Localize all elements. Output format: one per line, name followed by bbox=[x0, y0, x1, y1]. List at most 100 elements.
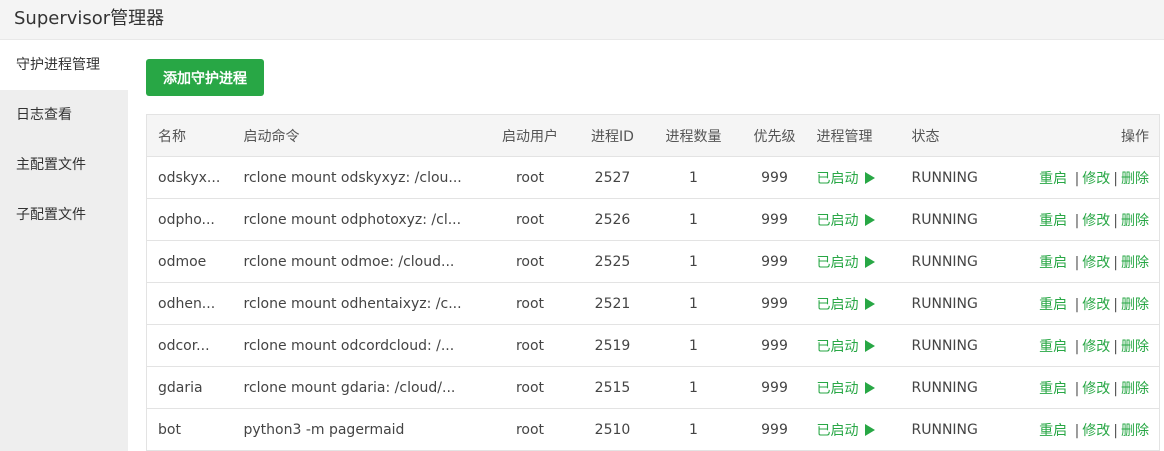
separator: | bbox=[1074, 422, 1080, 439]
cell-command: rclone mount gdaria: /cloud/... bbox=[237, 366, 484, 409]
play-icon[interactable] bbox=[864, 213, 875, 226]
restart-link[interactable]: 重启 bbox=[1039, 423, 1067, 439]
cell-status: RUNNING bbox=[905, 240, 1020, 283]
play-icon[interactable] bbox=[864, 423, 875, 436]
cell-name: odmoe bbox=[146, 240, 238, 283]
add-process-button[interactable]: 添加守护进程 bbox=[146, 59, 264, 96]
separator: | bbox=[1113, 212, 1118, 229]
edit-link[interactable]: 修改 bbox=[1082, 423, 1110, 439]
app-header: Supervisor管理器 bbox=[0, 0, 1164, 40]
cell-status: RUNNING bbox=[905, 198, 1020, 241]
play-icon[interactable] bbox=[864, 255, 875, 268]
sidebar-item-main-config[interactable]: 主配置文件 bbox=[0, 140, 128, 190]
table-row: odmoe rclone mount odmoe: /cloud... root… bbox=[146, 240, 1160, 283]
edit-link[interactable]: 修改 bbox=[1082, 381, 1110, 397]
cell-pid: 2521 bbox=[576, 282, 649, 325]
started-label: 已启动 bbox=[816, 422, 859, 439]
separator: | bbox=[1113, 422, 1118, 439]
cell-user: root bbox=[483, 156, 577, 199]
restart-link[interactable]: 重启 bbox=[1039, 339, 1067, 355]
cell-priority: 999 bbox=[738, 366, 811, 409]
edit-link[interactable]: 修改 bbox=[1082, 213, 1110, 229]
separator: | bbox=[1074, 296, 1080, 313]
table-row: odpho... rclone mount odphotoxyz: /cl...… bbox=[146, 198, 1160, 241]
cell-priority: 999 bbox=[738, 240, 811, 283]
cell-pid: 2527 bbox=[576, 156, 649, 199]
cell-user: root bbox=[483, 198, 577, 241]
cell-command: rclone mount odhentaixyz: /c... bbox=[237, 282, 484, 325]
header-name: 名称 bbox=[146, 114, 238, 157]
table-header-row: 名称 启动命令 启动用户 进程ID 进程数量 优先级 进程管理 状态 操作 bbox=[146, 114, 1160, 157]
cell-count: 1 bbox=[648, 366, 739, 409]
separator: | bbox=[1113, 380, 1118, 397]
cell-status: RUNNING bbox=[905, 156, 1020, 199]
delete-link[interactable]: 删除 bbox=[1121, 381, 1149, 397]
cell-manage: 已启动 bbox=[810, 408, 906, 451]
cell-user: root bbox=[483, 408, 577, 451]
cell-ops: 重启 | 修改 | 删除 bbox=[1019, 366, 1160, 409]
cell-pid: 2519 bbox=[576, 324, 649, 367]
play-icon[interactable] bbox=[864, 339, 875, 352]
started-label: 已启动 bbox=[816, 170, 859, 187]
edit-link[interactable]: 修改 bbox=[1082, 339, 1110, 355]
separator: | bbox=[1074, 338, 1080, 355]
cell-name: odcor... bbox=[146, 324, 238, 367]
separator: | bbox=[1113, 338, 1118, 355]
separator: | bbox=[1074, 170, 1080, 187]
cell-user: root bbox=[483, 324, 577, 367]
cell-pid: 2525 bbox=[576, 240, 649, 283]
started-label: 已启动 bbox=[816, 296, 859, 313]
cell-command: rclone mount odcordcloud: /... bbox=[237, 324, 484, 367]
delete-link[interactable]: 删除 bbox=[1121, 171, 1149, 187]
play-icon[interactable] bbox=[864, 297, 875, 310]
restart-link[interactable]: 重启 bbox=[1039, 213, 1067, 229]
play-icon[interactable] bbox=[864, 171, 875, 184]
cell-manage: 已启动 bbox=[810, 156, 906, 199]
restart-link[interactable]: 重启 bbox=[1039, 171, 1067, 187]
separator: | bbox=[1113, 296, 1118, 313]
sidebar: 守护进程管理 日志查看 主配置文件 子配置文件 bbox=[0, 40, 128, 451]
cell-user: root bbox=[483, 282, 577, 325]
table-row: bot python3 -m pagermaid root 2510 1 999… bbox=[146, 408, 1160, 451]
edit-link[interactable]: 修改 bbox=[1082, 297, 1110, 313]
play-icon[interactable] bbox=[864, 381, 875, 394]
cell-count: 1 bbox=[648, 198, 739, 241]
header-command: 启动命令 bbox=[237, 114, 484, 157]
cell-ops: 重启 | 修改 | 删除 bbox=[1019, 156, 1160, 199]
separator: | bbox=[1074, 380, 1080, 397]
delete-link[interactable]: 删除 bbox=[1121, 255, 1149, 271]
cell-priority: 999 bbox=[738, 198, 811, 241]
cell-priority: 999 bbox=[738, 282, 811, 325]
restart-link[interactable]: 重启 bbox=[1039, 297, 1067, 313]
sidebar-item-sub-config[interactable]: 子配置文件 bbox=[0, 190, 128, 240]
cell-user: root bbox=[483, 240, 577, 283]
delete-link[interactable]: 删除 bbox=[1121, 213, 1149, 229]
separator: | bbox=[1113, 254, 1118, 271]
cell-ops: 重启 | 修改 | 删除 bbox=[1019, 324, 1160, 367]
separator: | bbox=[1074, 212, 1080, 229]
restart-link[interactable]: 重启 bbox=[1039, 255, 1067, 271]
cell-manage: 已启动 bbox=[810, 282, 906, 325]
started-label: 已启动 bbox=[816, 338, 859, 355]
delete-link[interactable]: 删除 bbox=[1121, 423, 1149, 439]
edit-link[interactable]: 修改 bbox=[1082, 255, 1110, 271]
edit-link[interactable]: 修改 bbox=[1082, 171, 1110, 187]
sidebar-item-log-viewer[interactable]: 日志查看 bbox=[0, 90, 128, 140]
process-table: 名称 启动命令 启动用户 进程ID 进程数量 优先级 进程管理 状态 操作 od… bbox=[146, 114, 1160, 451]
sidebar-item-process-management[interactable]: 守护进程管理 bbox=[0, 40, 128, 90]
header-status: 状态 bbox=[905, 114, 1020, 157]
header-pid: 进程ID bbox=[576, 114, 649, 157]
cell-count: 1 bbox=[648, 282, 739, 325]
cell-pid: 2510 bbox=[576, 408, 649, 451]
started-label: 已启动 bbox=[816, 254, 859, 271]
cell-command: python3 -m pagermaid bbox=[237, 408, 484, 451]
cell-status: RUNNING bbox=[905, 408, 1020, 451]
header-manage: 进程管理 bbox=[810, 114, 906, 157]
cell-manage: 已启动 bbox=[810, 366, 906, 409]
cell-name: bot bbox=[146, 408, 238, 451]
delete-link[interactable]: 删除 bbox=[1121, 297, 1149, 313]
restart-link[interactable]: 重启 bbox=[1039, 381, 1067, 397]
started-label: 已启动 bbox=[816, 380, 859, 397]
delete-link[interactable]: 删除 bbox=[1121, 339, 1149, 355]
cell-count: 1 bbox=[648, 324, 739, 367]
